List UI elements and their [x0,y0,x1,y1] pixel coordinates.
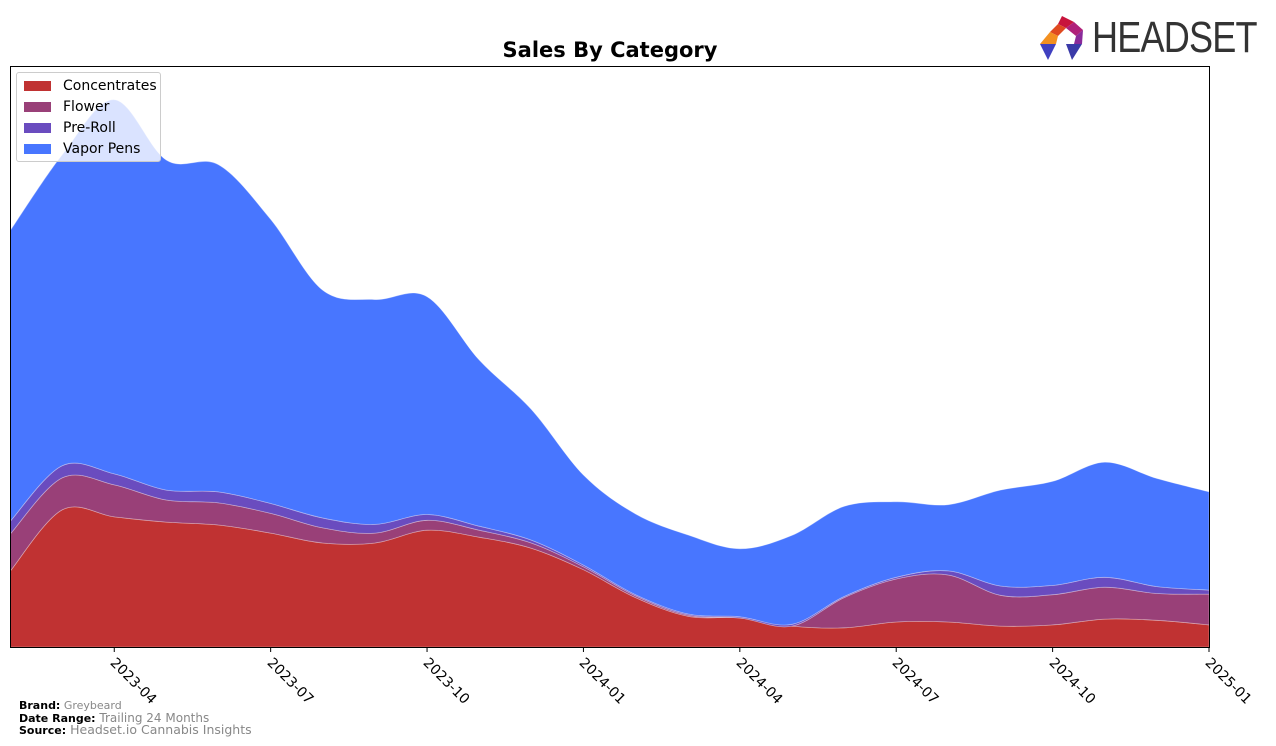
legend: Concentrates Flower Pre-Roll Vapor Pens [16,72,161,162]
footer-source: Source: Headset.io Cannabis Insights [19,722,252,737]
legend-item-flower: Flower [24,98,109,116]
source-value: Headset.io Cannabis Insights [70,722,252,737]
legend-label: Pre-Roll [63,120,116,136]
legend-swatch-flower [24,102,51,112]
headset-logo: HEADSET [1036,14,1266,62]
logo-text: HEADSET [1092,13,1257,62]
legend-swatch-vapor-pens [24,144,51,154]
legend-item-concentrates: Concentrates [24,77,157,95]
legend-swatch-concentrates [24,81,51,91]
source-label: Source: [19,724,67,737]
legend-swatch-pre-roll [24,123,51,133]
legend-label: Flower [63,99,110,115]
chart-title: Sales By Category [502,38,718,62]
legend-label: Vapor Pens [63,141,141,157]
legend-item-vapor-pens: Vapor Pens [24,140,140,158]
brand-label: Brand: [19,699,61,712]
areas-group [9,99,1210,648]
chart-canvas [9,16,1210,652]
legend-label: Concentrates [63,78,157,94]
legend-item-pre-roll: Pre-Roll [24,119,116,137]
